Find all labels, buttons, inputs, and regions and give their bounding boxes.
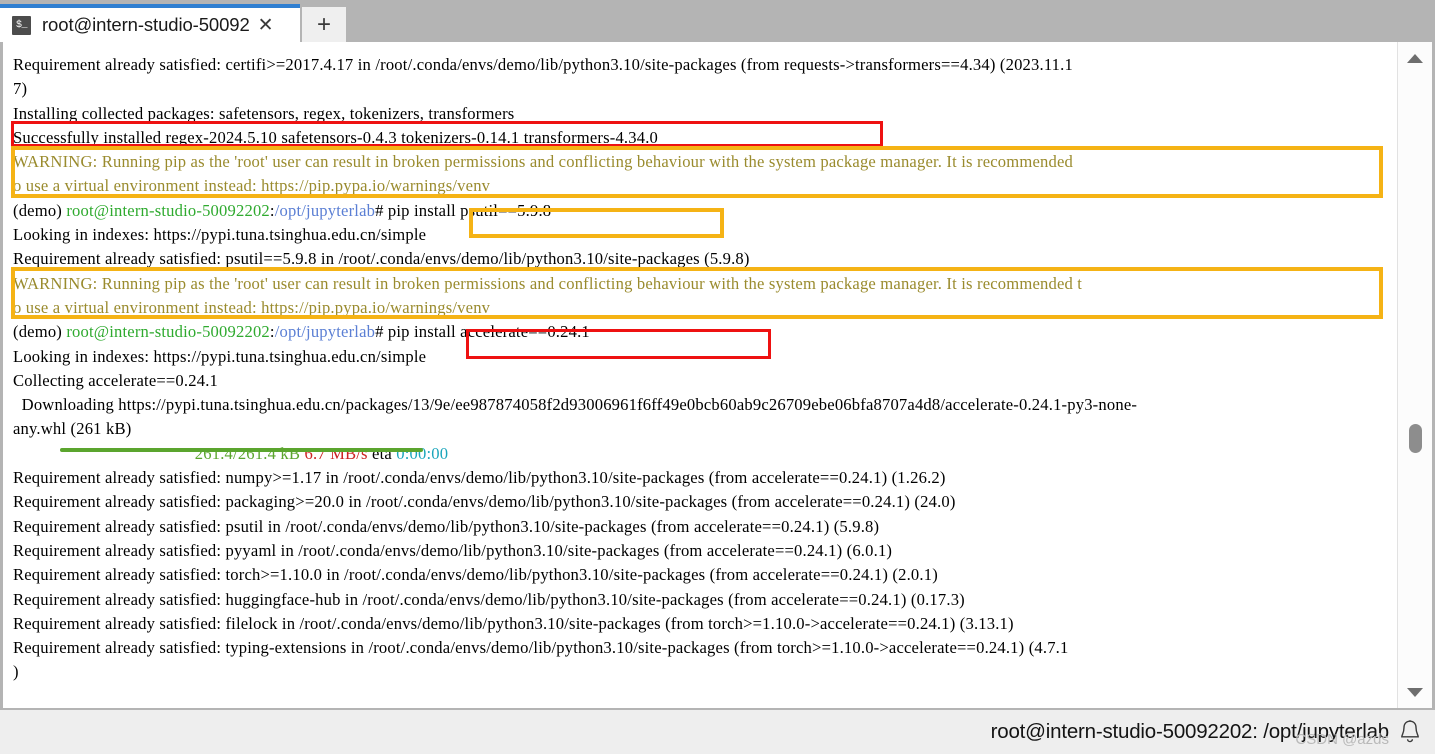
terminal-text: # pip install accelerate==0.24.1 (375, 322, 590, 342)
terminal-line: Collecting accelerate==0.24.1 (13, 369, 1398, 393)
terminal-window: $_ root@intern-studio-50092 ✕ + Requirem… (0, 0, 1435, 754)
terminal-text: o use a virtual environment instead: htt… (13, 176, 491, 196)
scroll-down-arrow[interactable] (1398, 679, 1432, 705)
terminal-text: Requirement already satisfied: psutil==5… (13, 249, 750, 269)
terminal-text: Requirement already satisfied: certifi>=… (13, 55, 1073, 74)
terminal-text: Looking in indexes: https://pypi.tuna.ts… (13, 346, 427, 366)
terminal-text: root@intern-studio-50092202 (66, 200, 270, 220)
terminal-text: Downloading https://pypi.tuna.tsinghua.e… (13, 395, 1138, 415)
terminal-text: 261.4/261.4 kB (194, 443, 301, 463)
terminal-text: (demo) (13, 200, 67, 220)
tab-title: root@intern-studio-50092 (42, 14, 250, 35)
terminal-text: 7) (13, 79, 28, 99)
terminal-line: Requirement already satisfied: filelock … (13, 612, 1398, 636)
chevron-up-icon (1407, 53, 1423, 63)
close-icon[interactable]: ✕ (258, 16, 274, 35)
download-progress-bar (60, 448, 423, 452)
tab-bar: $_ root@intern-studio-50092 ✕ + (0, 0, 1435, 42)
terminal-line: Requirement already satisfied: certifi>=… (13, 53, 1398, 77)
terminal-line: ) (13, 660, 1398, 684)
scroll-up-arrow[interactable] (1398, 45, 1432, 71)
terminal-text: Successfully installed regex-2024.5.10 s… (13, 127, 659, 147)
terminal-line: 7) (13, 77, 1398, 101)
scroll-thumb[interactable] (1409, 424, 1422, 453)
terminal-line: Downloading https://pypi.tuna.tsinghua.e… (13, 393, 1398, 417)
terminal-text: WARNING: Running pip as the 'root' user … (13, 152, 1073, 172)
new-tab-button[interactable]: + (302, 7, 346, 42)
terminal-line: Successfully installed regex-2024.5.10 s… (13, 126, 1398, 150)
terminal-line: Requirement already satisfied: torch>=1.… (13, 563, 1398, 587)
terminal-line: any.whl (261 kB) (13, 417, 1398, 441)
terminal-output[interactable]: Requirement already satisfied: certifi>=… (3, 42, 1398, 708)
terminal-text: 6.7 MB/s (304, 443, 368, 463)
terminal-text: root@intern-studio-50092202 (66, 322, 270, 342)
terminal-text: ) (13, 662, 19, 682)
terminal-line: (demo) root@intern-studio-50092202:/opt/… (13, 320, 1398, 344)
terminal-line: Installing collected packages: safetenso… (13, 102, 1398, 126)
terminal-text: Requirement already satisfied: typing-ex… (13, 638, 1069, 658)
terminal-text: 0:00:00 (396, 443, 449, 463)
terminal-line: 261.4/261.4 kB 6.7 MB/s eta 0:00:00 (13, 442, 1398, 466)
terminal-body: Requirement already satisfied: certifi>=… (0, 42, 1435, 710)
terminal-line: WARNING: Running pip as the 'root' user … (13, 150, 1398, 174)
status-bar: root@intern-studio-50092202: /opt/jupyte… (0, 710, 1435, 754)
terminal-line: Requirement already satisfied: huggingfa… (13, 588, 1398, 612)
terminal-line: Requirement already satisfied: psutil==5… (13, 247, 1398, 271)
terminal-text: /opt/jupyterlab (274, 322, 376, 342)
terminal-text: Installing collected packages: safetenso… (13, 103, 515, 123)
terminal-text: WARNING: Running pip as the 'root' user … (13, 273, 1083, 293)
terminal-text: eta (367, 443, 397, 463)
chevron-down-icon (1407, 687, 1423, 697)
terminal-line: Requirement already satisfied: psutil in… (13, 515, 1398, 539)
terminal-text: Requirement already satisfied: numpy>=1.… (13, 468, 946, 488)
terminal-text: # pip install psutil==5.9.8 (375, 200, 552, 220)
terminal-line: WARNING: Running pip as the 'root' user … (13, 272, 1398, 296)
terminal-line: Requirement already satisfied: numpy>=1.… (13, 466, 1398, 490)
terminal-text: Requirement already satisfied: filelock … (13, 613, 1014, 633)
terminal-line: Requirement already satisfied: pyyaml in… (13, 539, 1398, 563)
terminal-line: o use a virtual environment instead: htt… (13, 296, 1398, 320)
terminal-text: Requirement already satisfied: pyyaml in… (13, 540, 893, 560)
terminal-line: Requirement already satisfied: typing-ex… (13, 636, 1398, 660)
terminal-line: Looking in indexes: https://pypi.tuna.ts… (13, 345, 1398, 369)
terminal-scrollbar[interactable] (1397, 42, 1432, 708)
terminal-text: Looking in indexes: https://pypi.tuna.ts… (13, 225, 427, 245)
terminal-line: (demo) root@intern-studio-50092202:/opt/… (13, 199, 1398, 223)
bell-icon[interactable] (1397, 718, 1423, 746)
status-bar-text: root@intern-studio-50092202: /opt/jupyte… (990, 720, 1390, 743)
terminal-text: Requirement already satisfied: huggingfa… (13, 589, 965, 609)
terminal-text: (demo) (13, 322, 67, 342)
terminal-text: any.whl (261 kB) (13, 419, 132, 439)
terminal-tab-active[interactable]: $_ root@intern-studio-50092 ✕ (0, 4, 300, 42)
terminal-text: Requirement already satisfied: packaging… (13, 492, 956, 512)
terminal-line: Looking in indexes: https://pypi.tuna.ts… (13, 223, 1398, 247)
terminal-text: /opt/jupyterlab (274, 200, 376, 220)
terminal-text: o use a virtual environment instead: htt… (13, 297, 491, 317)
terminal-icon: $_ (12, 15, 31, 35)
terminal-line: Requirement already satisfied: packaging… (13, 490, 1398, 514)
terminal-text: Collecting accelerate==0.24.1 (13, 370, 219, 390)
terminal-text: Requirement already satisfied: psutil in… (13, 516, 880, 536)
terminal-line: o use a virtual environment instead: htt… (13, 174, 1398, 198)
terminal-text: Requirement already satisfied: torch>=1.… (13, 565, 938, 585)
